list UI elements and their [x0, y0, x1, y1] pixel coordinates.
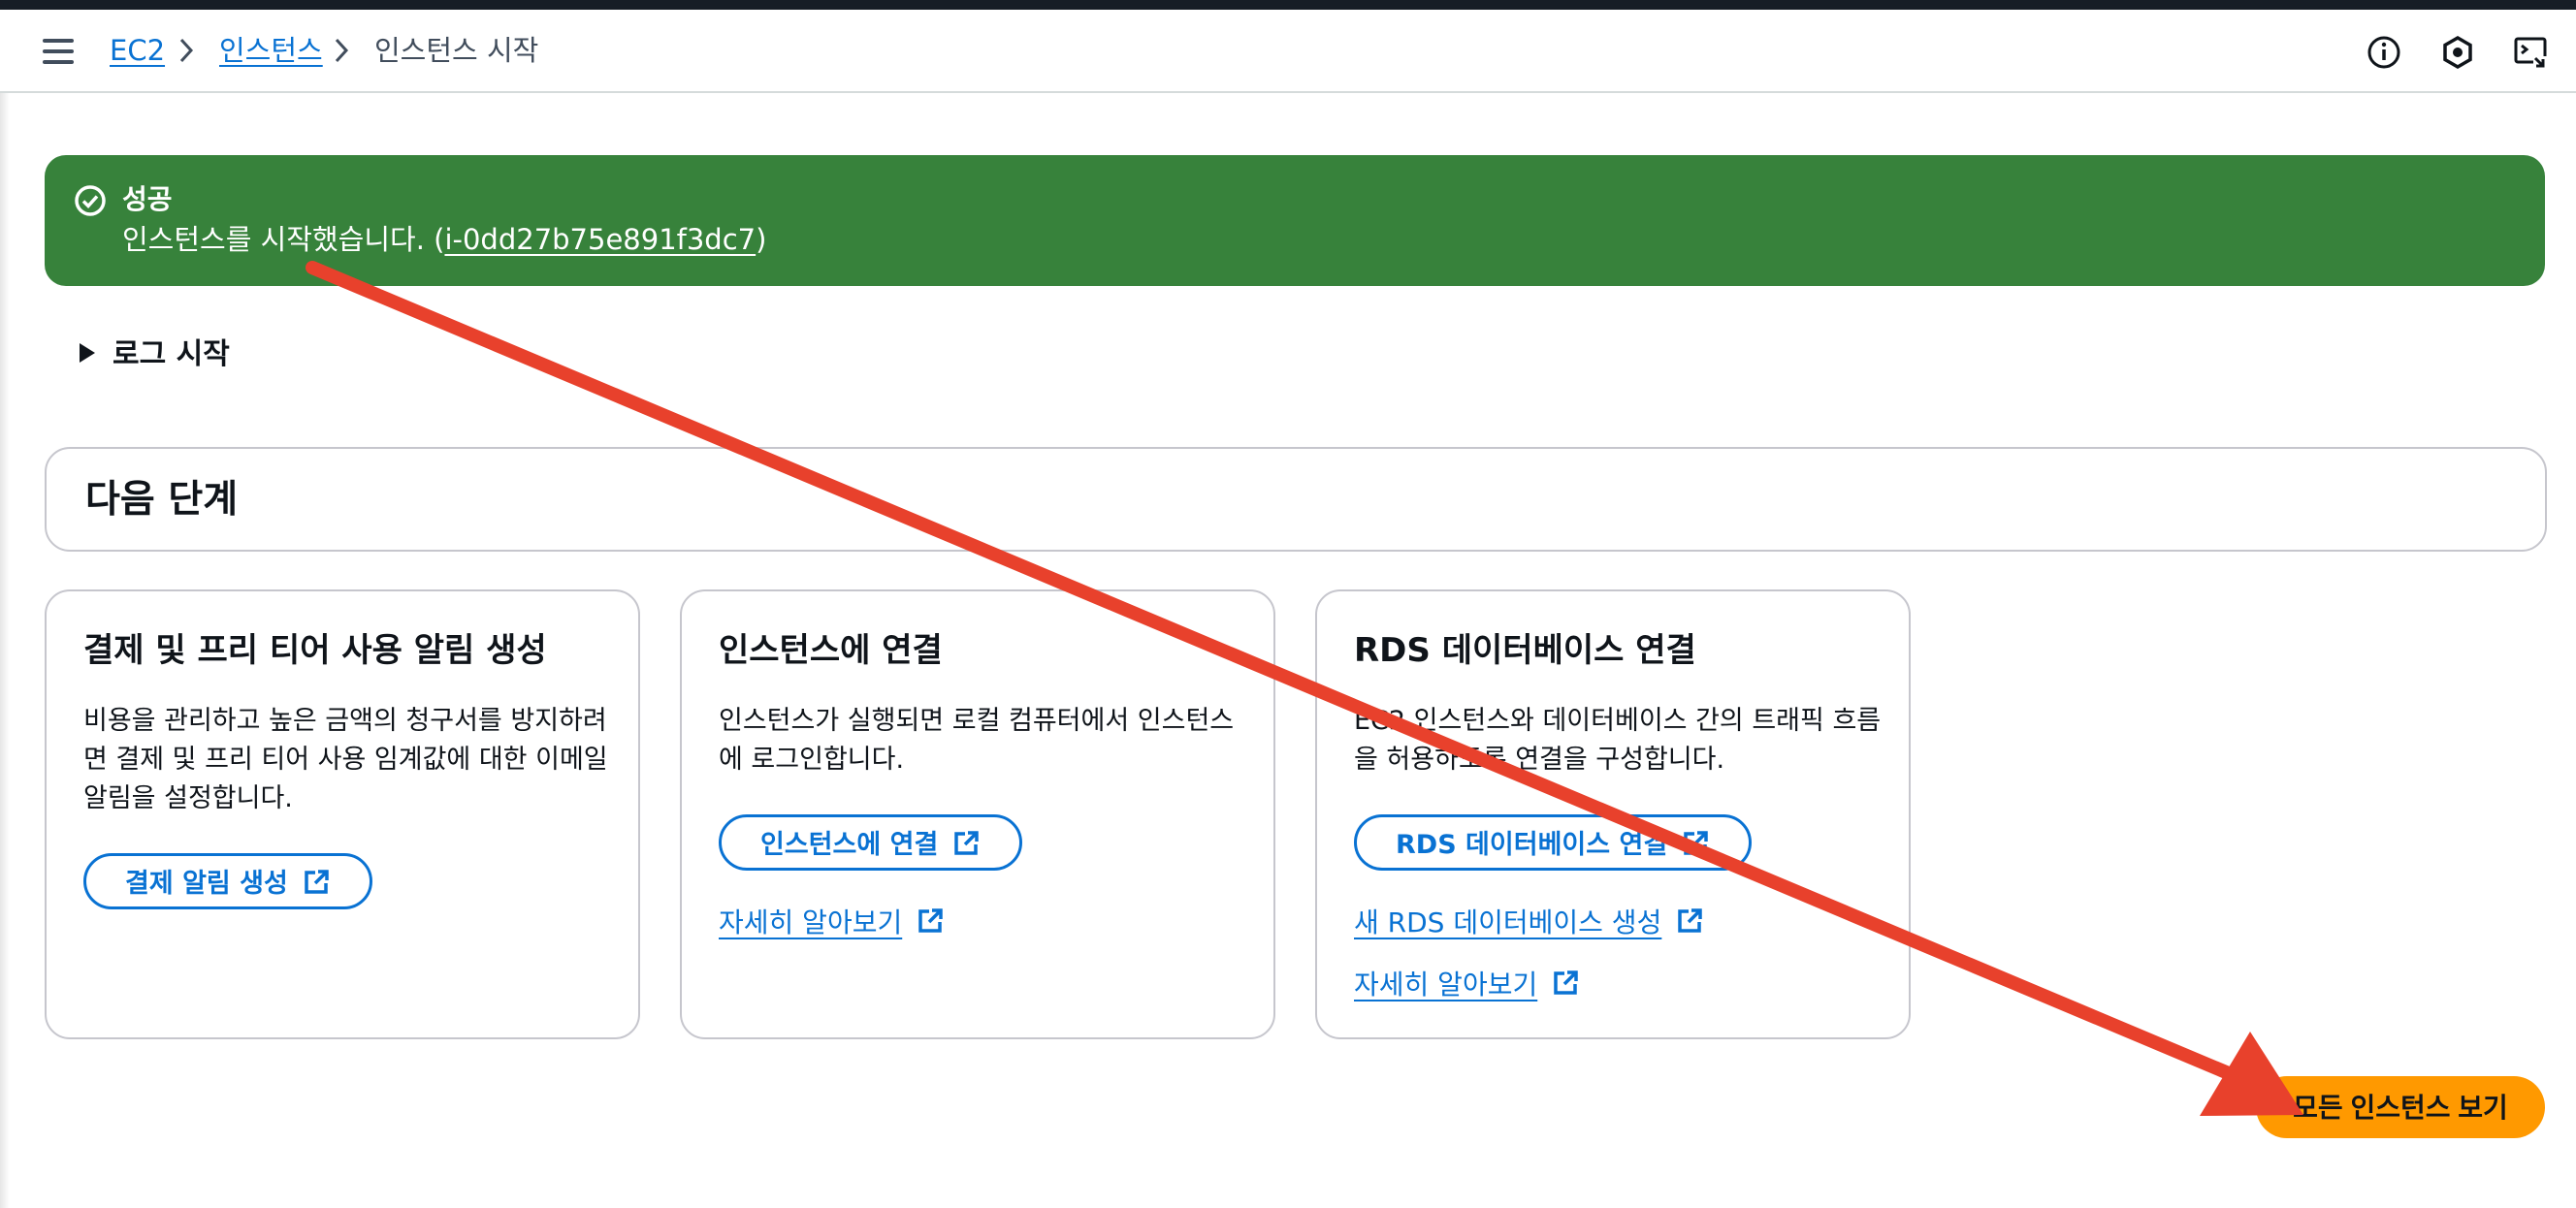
- button-label: RDS 데이터베이스 연결: [1396, 830, 1668, 860]
- breadcrumb-ec2[interactable]: EC2: [110, 33, 165, 68]
- card-description-line: EC2 인스턴스와 데이터베이스 간의 트래픽 흐름: [1354, 706, 1882, 736]
- external-link-icon: [1684, 830, 1708, 855]
- success-flash-banner: 성공 인스턴스를 시작했습니다. (i-0dd27b75e891f3dc7): [45, 155, 2545, 286]
- connect-instance-card: 인스턴스에 연결 인스턴스가 실행되면 로컬 컴퓨터에서 인스턴스 에 로그인합…: [680, 589, 1275, 1039]
- rds-connect-card: RDS 데이터베이스 연결 EC2 인스턴스와 데이터베이스 간의 트래픽 흐름…: [1315, 589, 1911, 1039]
- flash-title: 성공: [122, 183, 173, 215]
- card-description: EC2 인스턴스와 데이터베이스 간의 트래픽 흐름 을 허용하도록 연결을 구…: [1354, 702, 1885, 779]
- card-description-line: 을 허용하도록 연결을 구성합니다.: [1354, 745, 1725, 775]
- flash-message: 인스턴스를 시작했습니다. (i-0dd27b75e891f3dc7): [122, 221, 766, 258]
- flash-message-text: 인스턴스를 시작했습니다. (: [122, 223, 445, 256]
- info-icon[interactable]: [2365, 33, 2403, 72]
- link-text: 새 RDS 데이터베이스 생성: [1354, 906, 1662, 938]
- next-steps-header: 다음 단계: [45, 447, 2547, 552]
- learn-more-link[interactable]: 자세히 알아보기: [719, 904, 945, 942]
- cloudshell-icon[interactable]: [2512, 33, 2551, 72]
- instance-id-link[interactable]: i-0dd27b75e891f3dc7: [444, 223, 756, 256]
- breadcrumb-launch-instance: 인스턴스 시작: [374, 34, 539, 67]
- view-all-instances-button[interactable]: 모든 인스턴스 보기: [2256, 1076, 2545, 1138]
- link-text: 자세히 알아보기: [719, 906, 903, 938]
- create-rds-database-link[interactable]: 새 RDS 데이터베이스 생성: [1354, 904, 1704, 942]
- settings-icon[interactable]: [2438, 33, 2477, 72]
- billing-alert-card: 결제 및 프리 티어 사용 알림 생성 비용을 관리하고 높은 금액의 청구서를…: [45, 589, 640, 1039]
- chevron-right-icon: [335, 38, 349, 63]
- external-link-icon: [305, 869, 329, 894]
- button-label: 결제 알림 생성: [125, 869, 288, 899]
- card-description-line: 인스턴스가 실행되면 로컬 컴퓨터에서 인스턴스: [719, 706, 1235, 736]
- top-navigation-bar: EC2 인스턴스 인스턴스 시작: [0, 10, 2576, 93]
- card-description-line: 에 로그인합니다.: [719, 745, 905, 775]
- create-billing-alert-button[interactable]: 결제 알림 생성: [83, 853, 372, 909]
- connect-instance-button[interactable]: 인스턴스에 연결: [719, 814, 1023, 871]
- button-label: 인스턴스에 연결: [760, 830, 939, 860]
- top-strip: [0, 0, 2576, 10]
- learn-more-link[interactable]: 자세히 알아보기: [1354, 966, 1580, 1004]
- card-description-line: 알림을 설정합니다.: [83, 783, 293, 813]
- flash-message-suffix: ): [756, 223, 767, 256]
- card-description: 비용을 관리하고 높은 금액의 청구서를 방지하려 면 결제 및 프리 티어 사…: [83, 702, 615, 818]
- card-title: 인스턴스에 연결: [719, 631, 943, 670]
- caret-right-icon: [80, 342, 95, 363]
- launch-log-expander[interactable]: 로그 시작: [80, 335, 230, 374]
- left-shade: [0, 93, 10, 1208]
- card-description: 인스턴스가 실행되면 로컬 컴퓨터에서 인스턴스 에 로그인합니다.: [719, 702, 1250, 779]
- expander-label: 로그 시작: [113, 337, 230, 371]
- link-text: 자세히 알아보기: [1354, 969, 1538, 1001]
- external-link-icon: [918, 908, 943, 933]
- external-link-icon: [1678, 908, 1703, 933]
- card-description-line: 면 결제 및 프리 티어 사용 임계값에 대한 이메일: [83, 745, 608, 775]
- connect-rds-button[interactable]: RDS 데이터베이스 연결: [1354, 814, 1753, 871]
- breadcrumb-instances[interactable]: 인스턴스: [219, 33, 323, 68]
- card-title: RDS 데이터베이스 연결: [1354, 631, 1696, 670]
- chevron-right-icon: [179, 38, 194, 63]
- card-title: 결제 및 프리 티어 사용 알림 생성: [83, 631, 547, 670]
- check-circle-icon: [75, 185, 106, 216]
- external-link-icon: [1554, 970, 1578, 995]
- external-link-icon: [954, 830, 980, 855]
- menu-icon[interactable]: [43, 39, 74, 64]
- card-description-line: 비용을 관리하고 높은 금액의 청구서를 방지하려: [83, 706, 607, 736]
- next-steps-title: 다음 단계: [85, 478, 239, 522]
